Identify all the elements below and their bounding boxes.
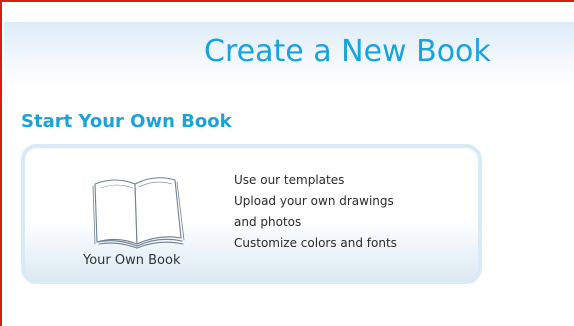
feature-list: Use our templates Upload your own drawin… <box>234 170 397 254</box>
feature-item: Upload your own drawings <box>234 194 394 208</box>
section-heading: Start Your Own Book <box>21 111 232 132</box>
page-title: Create a New Book <box>204 34 491 69</box>
feature-item: Use our templates <box>234 173 345 187</box>
own-book-card[interactable]: Your Own Book Use our templates Upload y… <box>21 144 482 284</box>
feature-item: Customize colors and fonts <box>234 236 397 250</box>
card-label: Your Own Book <box>83 253 181 268</box>
feature-item: and photos <box>234 215 302 229</box>
open-book-icon <box>87 166 187 250</box>
page-frame: Create a New Book Start Your Own Book Yo… <box>0 0 574 326</box>
